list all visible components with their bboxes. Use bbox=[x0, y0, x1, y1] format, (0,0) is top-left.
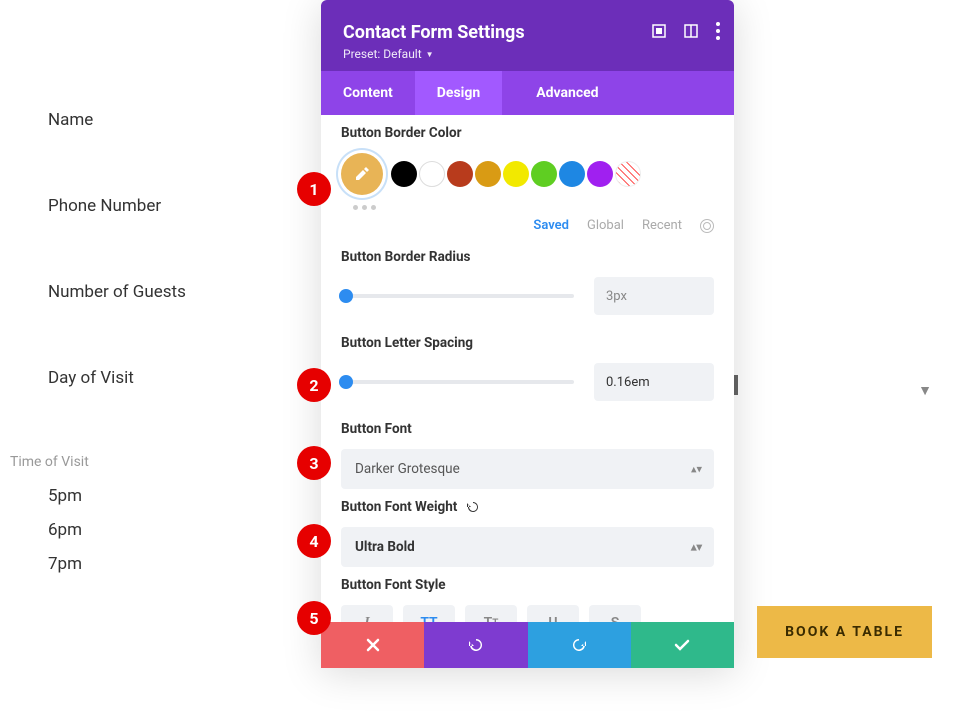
font-weight-select[interactable]: Ultra Bold▴▾ bbox=[341, 527, 714, 567]
border-radius-label: Button Border Radius bbox=[341, 249, 714, 265]
font-select[interactable]: Darker Grotesque▴▾ bbox=[341, 449, 714, 489]
letter-spacing-slider[interactable] bbox=[341, 380, 574, 384]
letter-spacing-value[interactable]: 0.16em bbox=[594, 363, 714, 401]
annotation-3: 3 bbox=[297, 446, 331, 480]
reset-icon[interactable] bbox=[465, 499, 481, 515]
gear-icon[interactable] bbox=[700, 219, 714, 233]
modal-tabs: Content Design Advanced bbox=[321, 71, 734, 115]
annotation-2: 2 bbox=[297, 368, 331, 402]
radio-7pm[interactable]: 7pm bbox=[0, 554, 320, 588]
modal-body: Button Border Color Saved Global Recen bbox=[321, 115, 734, 635]
color-swatch-row bbox=[341, 153, 714, 195]
swatch-darkred[interactable] bbox=[447, 161, 473, 187]
font-weight-label: Button Font Weight bbox=[341, 499, 714, 515]
field-guests[interactable]: Number of Guests bbox=[0, 282, 320, 368]
kebab-menu-icon[interactable] bbox=[716, 22, 720, 40]
color-picker-button[interactable] bbox=[341, 153, 383, 195]
radio-6pm[interactable]: 6pm bbox=[0, 520, 320, 554]
cancel-button[interactable] bbox=[321, 622, 424, 668]
modal-footer bbox=[321, 622, 734, 668]
tab-design[interactable]: Design bbox=[415, 71, 502, 115]
tab-content[interactable]: Content bbox=[321, 71, 415, 115]
border-radius-value[interactable]: 3px bbox=[594, 277, 714, 315]
radio-group-label: Time of Visit bbox=[0, 454, 320, 486]
letter-spacing-label: Button Letter Spacing bbox=[341, 335, 714, 351]
radio-5pm[interactable]: 5pm bbox=[0, 486, 320, 520]
swatch-yellow[interactable] bbox=[503, 161, 529, 187]
annotation-5: 5 bbox=[297, 601, 331, 635]
border-color-label: Button Border Color bbox=[341, 125, 714, 141]
form-fields-column: Name Phone Number Number of Guests Day o… bbox=[0, 110, 320, 588]
swatch-green[interactable] bbox=[531, 161, 557, 187]
save-button[interactable] bbox=[631, 622, 734, 668]
swatch-black[interactable] bbox=[391, 161, 417, 187]
font-label: Button Font bbox=[341, 421, 714, 437]
swatch-transparent[interactable] bbox=[615, 161, 641, 187]
drag-handle[interactable] bbox=[734, 375, 738, 395]
undo-button[interactable] bbox=[424, 622, 527, 668]
swatch-orange[interactable] bbox=[475, 161, 501, 187]
font-style-label: Button Font Style bbox=[341, 577, 714, 593]
expand-icon[interactable] bbox=[652, 24, 666, 38]
settings-modal: Contact Form Settings Preset: Default▼ C… bbox=[321, 0, 734, 668]
annotation-1: 1 bbox=[297, 172, 331, 206]
book-table-button[interactable]: BOOK A TABLE bbox=[757, 606, 932, 658]
annotation-4: 4 bbox=[297, 524, 331, 558]
redo-button[interactable] bbox=[528, 622, 631, 668]
modal-header: Contact Form Settings Preset: Default▼ bbox=[321, 0, 734, 71]
field-name[interactable]: Name bbox=[0, 110, 320, 196]
swatch-white[interactable] bbox=[419, 161, 445, 187]
panel-icon[interactable] bbox=[684, 24, 698, 38]
tab-advanced[interactable]: Advanced bbox=[514, 71, 620, 115]
palette-saved[interactable]: Saved bbox=[533, 218, 569, 233]
more-dots-icon[interactable] bbox=[353, 205, 714, 210]
palette-tabs: Saved Global Recent bbox=[341, 218, 714, 233]
palette-global[interactable]: Global bbox=[587, 218, 624, 233]
border-radius-slider[interactable] bbox=[341, 294, 574, 298]
palette-recent[interactable]: Recent bbox=[642, 218, 682, 233]
swatch-blue[interactable] bbox=[559, 161, 585, 187]
preset-dropdown[interactable]: Preset: Default▼ bbox=[343, 47, 712, 61]
swatch-purple[interactable] bbox=[587, 161, 613, 187]
chevron-down-icon[interactable]: ▼ bbox=[918, 382, 932, 399]
field-day[interactable]: Day of Visit bbox=[0, 368, 320, 454]
field-phone[interactable]: Phone Number bbox=[0, 196, 320, 282]
